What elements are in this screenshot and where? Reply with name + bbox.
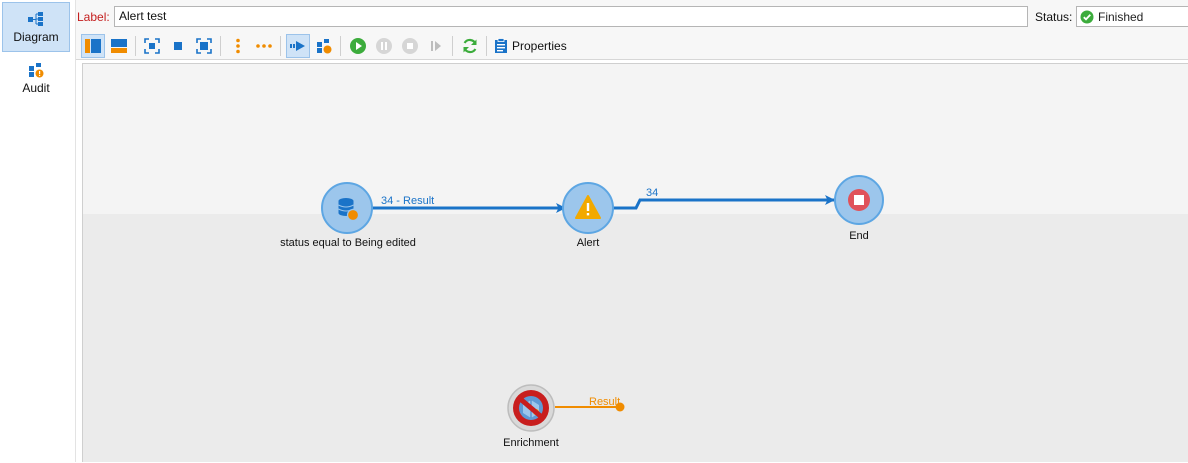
diagram-icon <box>28 11 43 26</box>
stop-icon <box>402 38 418 54</box>
status-value: Finished <box>1098 9 1144 24</box>
node-query[interactable] <box>321 182 373 234</box>
actual-size-button[interactable] <box>166 34 190 58</box>
align-vertical-icon <box>236 38 240 54</box>
actual-size-icon <box>174 42 182 50</box>
node-alert[interactable] <box>562 182 614 234</box>
properties-button[interactable]: Properties <box>494 36 567 56</box>
audit-mode-button[interactable] <box>312 34 336 58</box>
properties-label: Properties <box>512 39 567 53</box>
fit-to-view-button[interactable] <box>140 34 164 58</box>
workflow-canvas[interactable]: status equal to Being edited Alert End E… <box>82 63 1188 462</box>
node-alert-label: Alert <box>576 237 600 249</box>
toolbar-separator <box>220 36 221 56</box>
link-alert-to-end-label: 34 <box>646 187 659 199</box>
audit-icon <box>29 62 44 77</box>
node-end-label: End <box>849 230 869 242</box>
nav-diagram[interactable]: Diagram <box>2 2 70 52</box>
stop-button[interactable] <box>398 34 422 58</box>
audit-mode-icon <box>317 39 332 54</box>
zoom-fit-button[interactable] <box>192 34 216 58</box>
toolbar: Properties <box>76 32 1188 60</box>
auto-link-icon <box>290 41 305 51</box>
enrichment-disabled-icon <box>513 390 549 426</box>
nav-diagram-label: Diagram <box>13 29 59 44</box>
status-caption: Status: <box>1035 10 1073 24</box>
refresh-icon <box>463 38 477 54</box>
refresh-button[interactable] <box>458 34 482 58</box>
layout-horizontal-button[interactable] <box>107 34 131 58</box>
properties-icon <box>495 38 507 53</box>
fit-to-view-icon <box>144 38 160 54</box>
nav-audit-label: Audit <box>22 80 50 95</box>
end-icon <box>848 189 870 211</box>
link-alert-to-end[interactable] <box>613 195 835 210</box>
step-icon <box>431 41 441 51</box>
layout-vertical-icon <box>85 39 101 53</box>
node-enrichment[interactable] <box>507 384 555 432</box>
workflow-diagram <box>321 175 884 432</box>
toolbar-separator <box>340 36 341 56</box>
left-navigation: Diagram Audit <box>0 0 76 462</box>
label-bar: Label: Alert test Status: Finished <box>76 0 1188 32</box>
toolbar-separator <box>280 36 281 56</box>
status-field: Finished <box>1076 6 1188 27</box>
link-query-to-alert-label: 34 - Result <box>381 195 435 207</box>
link-enrichment-result-label: Result <box>589 396 621 408</box>
toolbar-separator <box>135 36 136 56</box>
toolbar-separator <box>452 36 453 56</box>
auto-link-button[interactable] <box>286 34 310 58</box>
step-button[interactable] <box>424 34 448 58</box>
start-icon <box>350 38 366 54</box>
align-horizontal-icon <box>256 44 272 48</box>
node-end[interactable] <box>834 175 884 225</box>
layout-vertical-button[interactable] <box>81 34 105 58</box>
align-horizontal-button[interactable] <box>252 34 276 58</box>
pause-button[interactable] <box>372 34 396 58</box>
label-caption: Label: <box>77 10 110 24</box>
toolbar-separator <box>486 36 487 56</box>
pause-icon <box>376 38 392 54</box>
zoom-fit-icon <box>196 38 212 54</box>
check-circle-icon <box>1080 10 1094 23</box>
align-vertical-button[interactable] <box>226 34 250 58</box>
node-enrichment-label: Enrichment <box>503 437 559 449</box>
layout-horizontal-icon <box>111 39 127 53</box>
node-query-label: status equal to Being edited <box>280 237 416 249</box>
nav-audit[interactable]: Audit <box>2 56 70 100</box>
start-button[interactable] <box>346 34 370 58</box>
label-input[interactable]: Alert test <box>114 6 1028 27</box>
